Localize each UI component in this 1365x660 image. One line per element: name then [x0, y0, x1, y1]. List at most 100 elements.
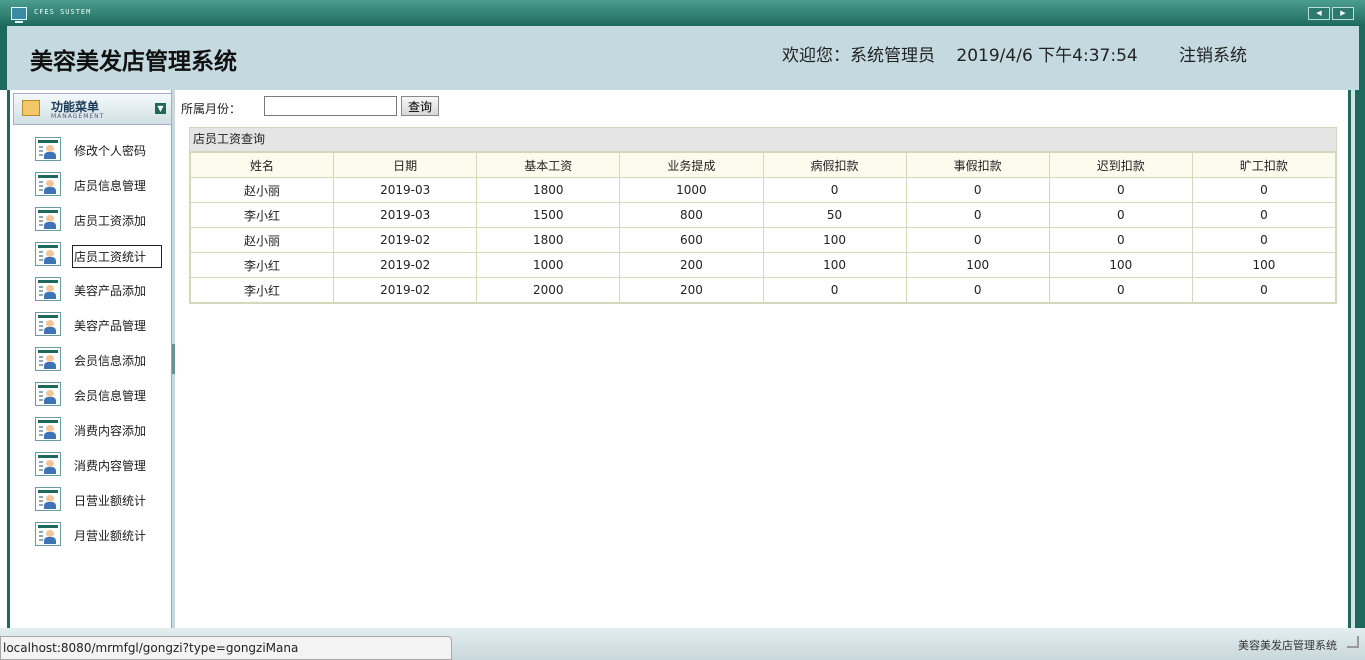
welcome-area: 欢迎您：系统管理员 2019/4/6 下午4:37:54: [782, 41, 1154, 66]
table-cell: 0: [905, 277, 1050, 303]
prev-arrow-icon[interactable]: ◀: [1308, 7, 1330, 20]
table-row: 李小红 2019-03 1500 800 50 0 0 0: [189, 202, 1337, 228]
table-cell: 2019-03: [333, 177, 478, 203]
table-row: 李小红 2019-02 2000 200 0 0 0 0: [189, 277, 1337, 303]
table-cell: 200: [619, 277, 764, 303]
table-cell: 100: [762, 252, 907, 278]
sidebar-item-label: 日营业额统计: [74, 494, 147, 508]
sidebar-item-label: 店员信息管理: [74, 179, 147, 193]
status-bar: localhost:8080/mrmfgl/gongzi?type=gongzi…: [0, 636, 452, 660]
menu-subtitle: MANAGEMENT: [51, 113, 105, 120]
collapse-chevron-icon[interactable]: ▼: [155, 103, 166, 114]
table-cell: 2019-02: [333, 227, 478, 253]
table-cell: 1800: [476, 177, 621, 203]
window-nav-buttons: ◀ ▶: [1306, 7, 1354, 20]
monitor-icon: [11, 7, 27, 23]
table-header-row: 姓名 日期 基本工资 业务提成 病假扣款 事假扣款 迟到扣款 旷工扣款: [189, 152, 1337, 178]
column-header: 事假扣款: [905, 152, 1050, 178]
table-cell: 800: [619, 202, 764, 228]
column-header: 日期: [333, 152, 478, 178]
table-cell: 0: [762, 177, 907, 203]
table-cell: 0: [762, 277, 907, 303]
column-header: 姓名: [189, 152, 335, 178]
sidebar-item-label: 店员工资统计: [72, 245, 163, 268]
table-cell: 600: [619, 227, 764, 253]
table-cell: 1800: [476, 227, 621, 253]
column-header: 迟到扣款: [1048, 152, 1193, 178]
table-cell: 1500: [476, 202, 621, 228]
status-url: localhost:8080/mrmfgl/gongzi?type=gongzi…: [3, 641, 299, 655]
user-card-icon: [35, 487, 61, 511]
table-cell: 2019-03: [333, 202, 478, 228]
salary-panel: 店员工资查询 姓名 日期 基本工资 业务提成 病假扣款 事假扣款 迟到扣款 旷工扣款 赵小丽 2…: [189, 127, 1337, 304]
table-cell: 李小红: [189, 252, 335, 278]
table-cell: 0: [1191, 177, 1337, 203]
salary-table: 姓名 日期 基本工资 业务提成 病假扣款 事假扣款 迟到扣款 旷工扣款 赵小丽 2019-03 1…: [189, 152, 1337, 303]
column-header: 业务提成: [619, 152, 764, 178]
sidebar-item-label: 美容产品添加: [74, 284, 147, 298]
sidebar-item-label: 修改个人密码: [74, 144, 147, 158]
table-cell: 1000: [619, 177, 764, 203]
user-card-icon: [35, 277, 61, 301]
table-cell: 100: [1048, 252, 1193, 278]
table-cell: 50: [762, 202, 907, 228]
panel-title: 店员工资查询: [190, 128, 1336, 152]
sidebar-item-label: 会员信息添加: [74, 354, 147, 368]
table-cell: 0: [1048, 277, 1193, 303]
user-card-icon: [35, 172, 61, 196]
main-content: 所属月份： 查询 店员工资查询 姓名 日期 基本工资 业务提成 病假扣款 事假扣款 迟到扣款…: [175, 90, 1348, 628]
sidebar-item-label: 消费内容添加: [74, 424, 147, 438]
table-row: 赵小丽 2019-03 1800 1000 0 0 0 0: [189, 177, 1337, 203]
app-header: 美容美发店管理系统 欢迎您：系统管理员 2019/4/6 下午4:37:54 注…: [0, 26, 1365, 90]
table-cell: 2019-02: [333, 277, 478, 303]
table-cell: 100: [762, 227, 907, 253]
column-header: 基本工资: [476, 152, 621, 178]
user-card-icon: [35, 207, 61, 231]
sidebar: 功能菜单 MANAGEMENT ▼ 修改个人密码 店员信息管理 店员工资添加 店员工资…: [7, 90, 172, 628]
user-card-icon: [35, 452, 61, 476]
table-cell: 0: [1191, 277, 1337, 303]
sidebar-item-label: 月营业额统计: [74, 529, 147, 543]
table-cell: 0: [1048, 177, 1193, 203]
footer-title: 美容美发店管理系统: [1238, 639, 1337, 652]
user-card-icon: [35, 312, 61, 336]
table-cell: 2000: [476, 277, 621, 303]
table-cell: 李小红: [189, 277, 335, 303]
table-cell: 0: [905, 202, 1050, 228]
table-cell: 100: [1191, 252, 1337, 278]
menu-folder-icon: [22, 100, 40, 116]
month-input[interactable]: [264, 96, 397, 116]
table-cell: 1000: [476, 252, 621, 278]
logout-link[interactable]: 注销系统: [1179, 41, 1247, 66]
table-cell: 0: [905, 177, 1050, 203]
table-cell: 0: [1048, 227, 1193, 253]
table-cell: 100: [905, 252, 1050, 278]
table-cell: 李小红: [189, 202, 335, 228]
query-button[interactable]: 查询: [401, 96, 439, 116]
right-frame: [1348, 90, 1365, 630]
table-row: 李小红 2019-02 1000 200 100 100 100 100: [189, 252, 1337, 278]
table-cell: 200: [619, 252, 764, 278]
menu-header: 功能菜单 MANAGEMENT ▼: [13, 93, 172, 125]
datetime-text: 2019/4/6 下午4:37:54: [956, 46, 1138, 66]
table-cell: 0: [1048, 202, 1193, 228]
month-label: 所属月份：: [181, 102, 242, 116]
table-cell: 2019-02: [333, 252, 478, 278]
user-card-icon: [35, 137, 61, 161]
table-cell: 赵小丽: [189, 227, 335, 253]
user-card-icon: [35, 242, 61, 266]
window-titlebar: CFES SUSTEM ◀ ▶: [0, 0, 1365, 26]
user-card-icon: [35, 417, 61, 441]
user-card-icon: [35, 347, 61, 371]
sidebar-item-label: 消费内容管理: [74, 459, 147, 473]
sidebar-item-label: 美容产品管理: [74, 319, 147, 333]
resize-grip-icon[interactable]: [1347, 636, 1359, 648]
app-title: 美容美发店管理系统: [30, 49, 237, 75]
system-label: CFES SUSTEM: [34, 8, 92, 16]
table-cell: 0: [1191, 202, 1337, 228]
column-header: 病假扣款: [762, 152, 907, 178]
welcome-text: 欢迎您：系统管理员: [782, 46, 935, 66]
user-card-icon: [35, 522, 61, 546]
next-arrow-icon[interactable]: ▶: [1332, 7, 1354, 20]
column-header: 旷工扣款: [1191, 152, 1337, 178]
